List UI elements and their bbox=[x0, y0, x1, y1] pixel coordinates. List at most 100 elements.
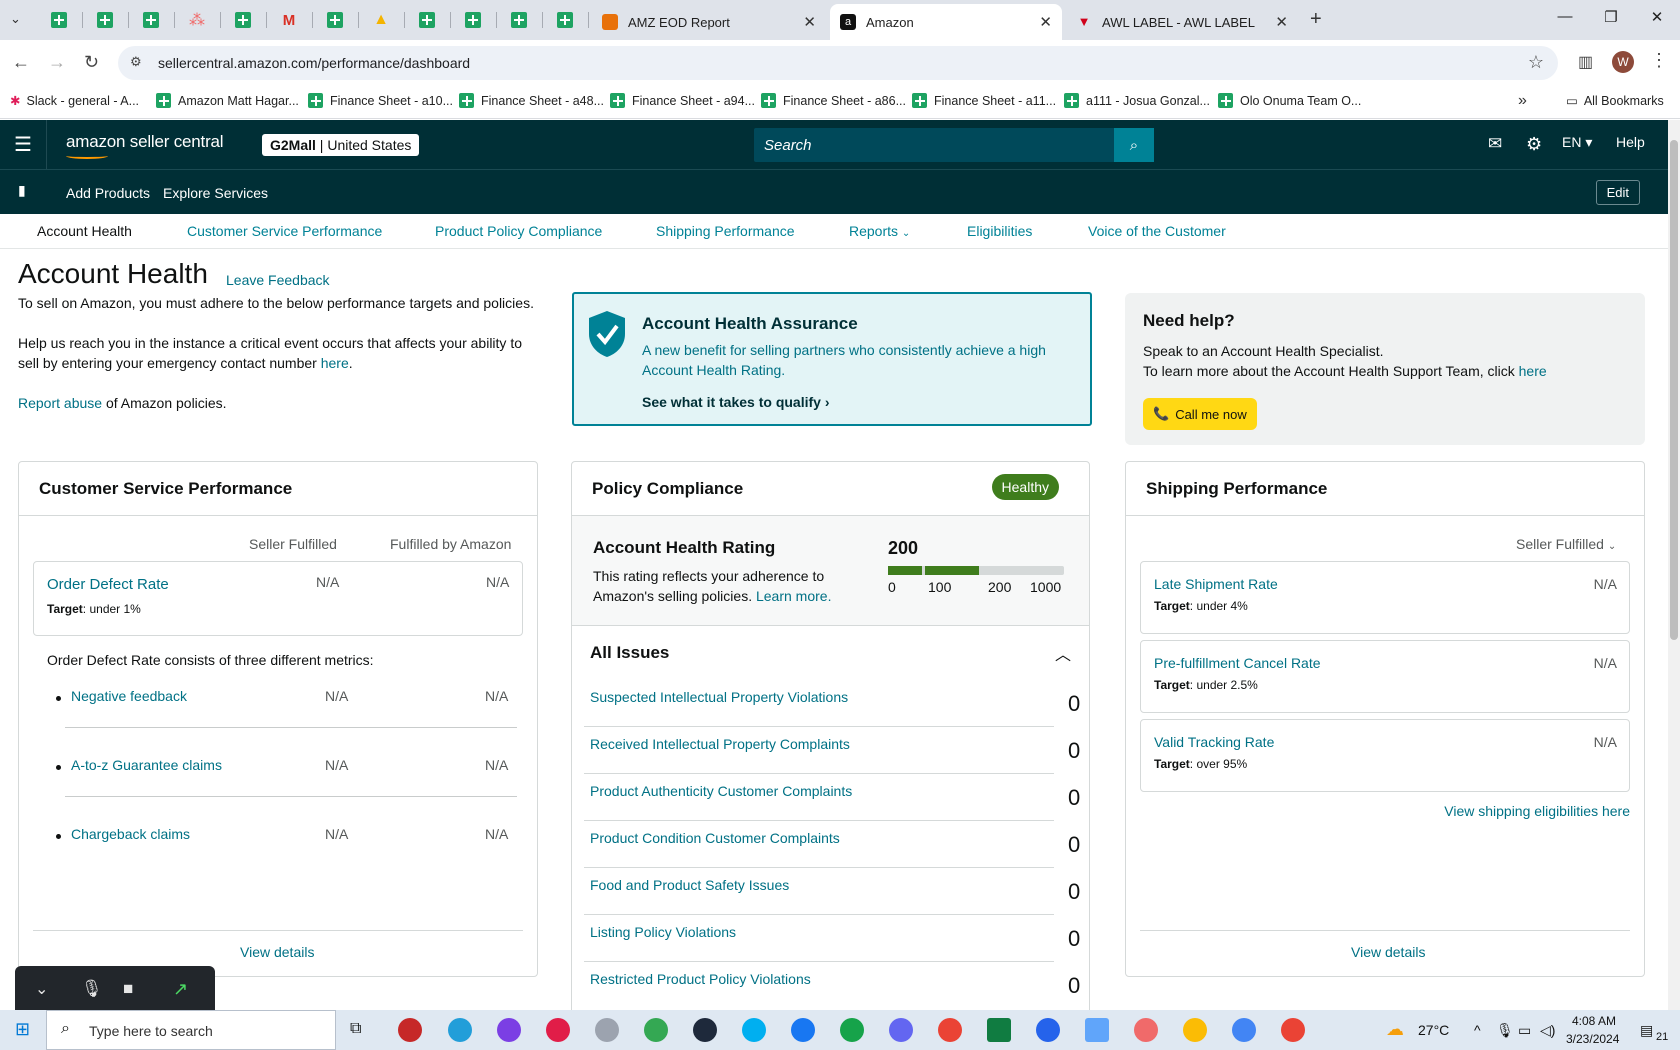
profile-avatar[interactable]: W bbox=[1612, 51, 1634, 73]
new-tab-icon[interactable]: + bbox=[1310, 8, 1322, 31]
bookmark-item[interactable]: Olo Onuma Team O... bbox=[1218, 93, 1361, 108]
close-tab-icon[interactable]: ✕ bbox=[1275, 13, 1288, 31]
nav-account-health[interactable]: Account Health bbox=[37, 223, 132, 239]
support-team-link[interactable]: here bbox=[1519, 363, 1547, 379]
learn-more-link[interactable]: Learn more. bbox=[756, 588, 831, 604]
excel-icon[interactable] bbox=[987, 1018, 1011, 1042]
pre-fulfillment-cancel-rate-row[interactable]: Pre-fulfillment Cancel Rate Target: unde… bbox=[1140, 640, 1630, 713]
chrome-icon[interactable] bbox=[644, 1018, 668, 1042]
issue-link[interactable]: Restricted Product Policy Violations bbox=[590, 971, 811, 987]
sheet-tab-7[interactable] bbox=[462, 9, 484, 31]
bookmark-item[interactable]: a111 - Josua Gonzal... bbox=[1064, 93, 1210, 108]
chevron-down-icon[interactable]: ⌄ bbox=[35, 979, 48, 999]
bookmark-item[interactable]: Amazon Matt Hagar... bbox=[156, 93, 299, 108]
nav-customer-service-performance[interactable]: Customer Service Performance bbox=[187, 223, 382, 239]
edit-button[interactable]: Edit bbox=[1595, 180, 1640, 205]
clock-date[interactable]: 3/23/2024 bbox=[1566, 1032, 1619, 1046]
order-defect-rate-row[interactable]: Order Defect Rate Target: under 1% N/A N… bbox=[33, 561, 523, 636]
omnibox[interactable]: ⚙ sellercentral.amazon.com/performance/d… bbox=[118, 46, 1558, 80]
page-scrollbar[interactable] bbox=[1668, 120, 1680, 1010]
bookmark-item[interactable]: Finance Sheet - a48... bbox=[459, 93, 604, 108]
sheet-tab-3[interactable] bbox=[140, 9, 162, 31]
chrome-icon[interactable] bbox=[1232, 1018, 1256, 1042]
close-window-icon[interactable]: ✕ bbox=[1642, 8, 1672, 26]
more-bookmarks-icon[interactable]: » bbox=[1518, 92, 1527, 110]
taskbar-search[interactable]: ⌕ Type here to search bbox=[46, 1010, 336, 1050]
bookmark-item[interactable]: Finance Sheet - a11... bbox=[912, 93, 1056, 108]
asana-icon[interactable] bbox=[1134, 1018, 1158, 1042]
mail-icon[interactable]: ✉ bbox=[1488, 134, 1502, 154]
settings-gear-icon[interactable]: ⚙ bbox=[1526, 134, 1542, 155]
tab-amazon[interactable]: a Amazon ✕ bbox=[830, 4, 1062, 40]
close-tab-icon[interactable]: ✕ bbox=[1039, 13, 1052, 31]
sheet-tab-9[interactable] bbox=[554, 9, 576, 31]
search-bar[interactable]: Search ⌕ bbox=[754, 128, 1154, 162]
issue-link[interactable]: Listing Policy Violations bbox=[590, 924, 736, 940]
restore-icon[interactable]: ❐ bbox=[1596, 8, 1626, 26]
csp-view-details-link[interactable]: View details bbox=[240, 944, 314, 960]
issue-link[interactable]: Food and Product Safety Issues bbox=[590, 877, 789, 893]
leave-feedback-link[interactable]: Leave Feedback bbox=[226, 272, 330, 288]
metric-link[interactable]: Late Shipment Rate bbox=[1154, 576, 1278, 592]
drive-tab[interactable]: ▲ bbox=[370, 9, 392, 31]
volume-icon[interactable]: ◁) bbox=[1540, 1022, 1555, 1039]
a-to-z-claims-link[interactable]: A-to-z Guarantee claims bbox=[71, 757, 222, 773]
report-abuse-link[interactable]: Report abuse bbox=[18, 395, 102, 411]
shipping-view-details-link[interactable]: View details bbox=[1351, 944, 1425, 960]
app-icon[interactable] bbox=[398, 1018, 422, 1042]
zoom-icon[interactable] bbox=[1036, 1018, 1060, 1042]
sheet-tab-5[interactable] bbox=[324, 9, 346, 31]
weather-icon[interactable]: ☁ bbox=[1386, 1019, 1404, 1040]
shipping-eligibilities-link[interactable]: View shipping eligibilities here bbox=[1444, 803, 1630, 819]
issue-link[interactable]: Suspected Intellectual Property Violatio… bbox=[590, 689, 848, 705]
metric-link[interactable]: Valid Tracking Rate bbox=[1154, 734, 1274, 750]
bookmark-icon[interactable]: ▮ bbox=[18, 182, 26, 199]
clock-app-icon[interactable] bbox=[693, 1018, 717, 1042]
forward-icon[interactable]: → bbox=[48, 52, 66, 73]
notes-icon[interactable] bbox=[1085, 1018, 1109, 1042]
site-info-icon[interactable]: ⚙ bbox=[130, 54, 142, 70]
metric-link[interactable]: Pre-fulfillment Cancel Rate bbox=[1154, 655, 1321, 671]
all-bookmarks[interactable]: ▭ All Bookmarks bbox=[1566, 93, 1664, 109]
bookmark-item[interactable]: Finance Sheet - a10... bbox=[308, 93, 453, 108]
call-me-now-button[interactable]: 📞 Call me now bbox=[1143, 398, 1257, 430]
sheet-tab-4[interactable] bbox=[232, 9, 254, 31]
chrome-icon[interactable] bbox=[1281, 1018, 1305, 1042]
qualify-link[interactable]: See what it takes to qualify › bbox=[642, 394, 830, 410]
chrome-icon[interactable] bbox=[938, 1018, 962, 1042]
issue-link[interactable]: Product Condition Customer Complaints bbox=[590, 830, 840, 846]
nav-voice-of-the-customer[interactable]: Voice of the Customer bbox=[1088, 223, 1226, 239]
app-icon[interactable] bbox=[595, 1018, 619, 1042]
nav-reports[interactable]: Reports ⌄ bbox=[849, 223, 910, 239]
explore-services-link[interactable]: Explore Services bbox=[163, 185, 268, 201]
negative-feedback-link[interactable]: Negative feedback bbox=[71, 688, 187, 704]
nav-eligibilities[interactable]: Eligibilities bbox=[967, 223, 1032, 239]
add-products-link[interactable]: Add Products bbox=[66, 185, 150, 201]
nav-shipping-performance[interactable]: Shipping Performance bbox=[656, 223, 795, 239]
chrome-icon[interactable] bbox=[1183, 1018, 1207, 1042]
sheet-tab-1[interactable] bbox=[48, 9, 70, 31]
camera-icon[interactable]: ■ bbox=[123, 979, 133, 999]
fulfillment-filter-dropdown[interactable]: Seller Fulfilled ⌄ bbox=[1516, 536, 1616, 552]
emergency-contact-link[interactable]: here bbox=[321, 355, 349, 371]
tray-expand-icon[interactable]: ^ bbox=[1474, 1022, 1481, 1038]
chevron-up-icon[interactable]: ︿ bbox=[1055, 641, 1071, 665]
notification-icon[interactable]: ▤ bbox=[1640, 1022, 1653, 1039]
bookmark-item[interactable]: ✱ Slack - general - A... bbox=[10, 93, 139, 109]
search-button[interactable]: ⌕ bbox=[1114, 128, 1154, 162]
back-icon[interactable]: ← bbox=[12, 52, 30, 73]
issue-link[interactable]: Received Intellectual Property Complaint… bbox=[590, 736, 850, 752]
help-link[interactable]: Help bbox=[1616, 134, 1645, 150]
windows-start-icon[interactable]: ⊞ bbox=[15, 1019, 30, 1040]
language-selector[interactable]: EN ▾ bbox=[1562, 134, 1592, 151]
network-icon[interactable]: ▭ bbox=[1518, 1022, 1531, 1039]
asana-tab[interactable]: ⁂ bbox=[186, 9, 208, 31]
reload-icon[interactable]: ↻ bbox=[84, 52, 99, 73]
messenger-icon[interactable] bbox=[497, 1018, 521, 1042]
share-screen-icon[interactable]: ↗ bbox=[173, 979, 188, 1000]
search-input[interactable]: Search bbox=[764, 137, 812, 154]
opera-icon[interactable] bbox=[546, 1018, 570, 1042]
facebook-icon[interactable] bbox=[791, 1018, 815, 1042]
valid-tracking-rate-row[interactable]: Valid Tracking Rate Target: over 95% N/A bbox=[1140, 719, 1630, 792]
gmail-tab[interactable]: M bbox=[278, 9, 300, 31]
